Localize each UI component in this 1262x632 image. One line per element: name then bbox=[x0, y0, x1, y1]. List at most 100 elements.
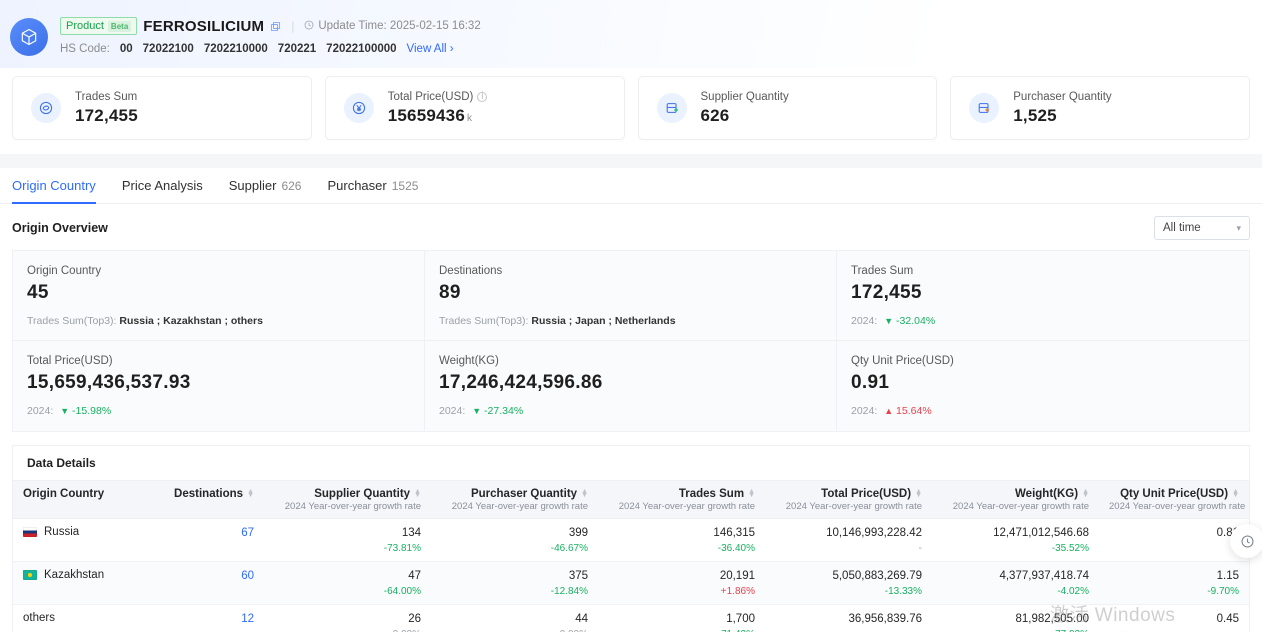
update-time-label: Update Time: 2025-02-15 16:32 bbox=[318, 20, 481, 32]
overview-sub: 2024: ▼ -32.04% bbox=[851, 315, 1249, 327]
kpi-card-supplier-quantity: Supplier Quantity 626 bbox=[637, 76, 938, 140]
table-head: Origin Country Destinations ▲ ▼ Supplier … bbox=[13, 481, 1249, 519]
overview-sub: Trades Sum(Top3): Russia ; Kazakhstan ; … bbox=[27, 315, 424, 327]
page-title: FERROSILICIUM bbox=[143, 17, 265, 35]
growth-rate: -64.00% bbox=[383, 586, 421, 597]
overview-value: 15,659,436,537.93 bbox=[27, 372, 191, 393]
cell-total-price: 10,146,993,228.42 - bbox=[765, 518, 932, 562]
kpi-value-text: 15659436 bbox=[387, 105, 465, 125]
cell-purchaser-quantity: 375 -12.84% bbox=[431, 561, 598, 605]
tab-supplier[interactable]: Supplier 626 bbox=[229, 168, 302, 203]
arrow-up-icon: ▲ bbox=[884, 406, 894, 416]
time-range-select[interactable]: All time ▾ bbox=[1154, 216, 1250, 240]
floating-action-button[interactable] bbox=[1230, 524, 1262, 558]
destinations-link[interactable]: 60 bbox=[186, 569, 254, 584]
header-divider: | bbox=[291, 19, 295, 33]
value: 44 bbox=[575, 613, 588, 625]
col-total-price[interactable]: Total Price(USD) ▲ ▼ 2024 Year-over-year … bbox=[765, 481, 932, 519]
tab-bar: Origin Country Price Analysis Supplier 6… bbox=[0, 168, 1262, 204]
sort-icon[interactable]: ▲ ▼ bbox=[247, 488, 254, 499]
sort-icon[interactable]: ▲ ▼ bbox=[1232, 488, 1239, 499]
overview-grid: Origin Country 45 Trades Sum(Top3): Russ… bbox=[12, 250, 1250, 432]
kpi-body: Total Price(USD) i 15659436 k bbox=[388, 91, 488, 126]
product-header: Product Beta FERROSILICIUM | Update Time… bbox=[0, 0, 1262, 68]
hs-code-3[interactable]: 720221 bbox=[278, 43, 316, 55]
kpi-value-text: 172,455 bbox=[75, 105, 138, 125]
value: 10,146,993,228.42 bbox=[826, 527, 922, 539]
growth-rate: - bbox=[918, 543, 922, 554]
overview-cell-origin-country: Origin Country 45 Trades Sum(Top3): Russ… bbox=[13, 251, 425, 341]
cell-qty-unit-price: 0.45 - bbox=[1099, 604, 1249, 632]
kpi-label: Purchaser Quantity bbox=[1013, 91, 1111, 103]
sort-icon[interactable]: ▲ ▼ bbox=[1082, 488, 1089, 499]
col-qty-unit-price[interactable]: Qty Unit Price(USD) ▲ ▼ 2024 Year-over-ye… bbox=[1099, 481, 1249, 519]
col-supplier-quantity[interactable]: Supplier Quantity ▲ ▼ 2024 Year-over-year… bbox=[264, 481, 431, 519]
cell-origin-country: Kazakhstan bbox=[13, 561, 176, 605]
table-row[interactable]: Russia 67 134 -73.81% 399 -46.67% 146,31… bbox=[13, 518, 1249, 562]
trades-icon bbox=[31, 93, 61, 123]
tab-count: 1525 bbox=[391, 178, 419, 193]
tab-price-analysis[interactable]: Price Analysis bbox=[122, 168, 203, 203]
col-subtitle: 2024 Year-over-year growth rate bbox=[451, 501, 588, 512]
col-trades-sum[interactable]: Trades Sum ▲ ▼ 2024 Year-over-year growth… bbox=[598, 481, 765, 519]
value: 0.45 bbox=[1216, 613, 1239, 625]
value: 36,956,839.76 bbox=[848, 613, 922, 625]
overview-delta-value: -15.98% bbox=[72, 405, 112, 417]
overview-delta: ▼ -27.34% bbox=[472, 405, 523, 417]
product-logo-icon bbox=[10, 18, 48, 56]
cell-origin-country: Russia bbox=[13, 518, 176, 562]
hs-code-1[interactable]: 72022100 bbox=[143, 43, 194, 55]
sort-icon[interactable]: ▲ ▼ bbox=[915, 488, 922, 499]
info-icon[interactable]: i bbox=[477, 91, 488, 102]
country-name: Russia bbox=[44, 526, 80, 538]
table-row[interactable]: others 12 26 0.00% 44 0.00% bbox=[13, 604, 1249, 632]
overview-sub-label: Trades Sum(Top3): bbox=[439, 315, 529, 327]
cell-qty-unit-price: 1.15 -9.70% bbox=[1099, 561, 1249, 605]
data-details-title: Data Details bbox=[13, 446, 1249, 481]
product-title-row: Product Beta FERROSILICIUM | Update Time… bbox=[60, 16, 481, 36]
growth-rate: -77.03% bbox=[942, 628, 1089, 632]
time-range-value: All time bbox=[1163, 222, 1201, 234]
sort-icon[interactable]: ▲ ▼ bbox=[414, 488, 421, 499]
value: 399 bbox=[568, 527, 588, 539]
kpi-value: 172,455 bbox=[75, 106, 138, 126]
cell-purchaser-quantity: 44 0.00% bbox=[431, 604, 598, 632]
tab-purchaser[interactable]: Purchaser 1525 bbox=[327, 168, 418, 203]
table-row[interactable]: Kazakhstan 60 47 -64.00% 375 -12.84% 20,… bbox=[13, 561, 1249, 605]
overview-sub-label: 2024: bbox=[851, 315, 878, 327]
country-name: Kazakhstan bbox=[44, 569, 105, 581]
tab-count: 626 bbox=[281, 178, 302, 193]
sort-icon[interactable]: ▲ ▼ bbox=[581, 488, 588, 499]
kpi-value: 15659436 k bbox=[388, 106, 488, 126]
growth-rate: -73.81% bbox=[383, 543, 421, 554]
destinations-link[interactable]: 67 bbox=[186, 526, 254, 541]
col-title: Origin Country bbox=[23, 488, 105, 500]
cell-destinations: 67 bbox=[176, 518, 264, 562]
tab-label: Origin Country bbox=[12, 178, 96, 193]
arrow-down-icon: ▼ bbox=[60, 406, 70, 416]
overview-value: 172,455 bbox=[851, 282, 922, 303]
value: 20,191 bbox=[719, 570, 755, 582]
cell-qty-unit-price: 0.81 - bbox=[1099, 518, 1249, 562]
hs-code-0[interactable]: 00 bbox=[120, 43, 133, 55]
supplier-icon bbox=[656, 93, 687, 123]
view-all-link[interactable]: View All › bbox=[407, 43, 454, 55]
copy-icon[interactable] bbox=[270, 21, 281, 32]
col-destinations[interactable]: Destinations ▲ ▼ bbox=[174, 481, 264, 519]
growth-rate: 0.00% bbox=[441, 628, 588, 632]
destinations-link[interactable]: 12 bbox=[186, 612, 254, 627]
value: 5,050,883,269.79 bbox=[832, 570, 922, 582]
kpi-card-row: Trades Sum 172,455 Total Price(USD) i 15… bbox=[0, 68, 1262, 140]
chevron-down-icon: ▾ bbox=[1236, 222, 1241, 233]
hs-code-2[interactable]: 7202210000 bbox=[204, 43, 268, 55]
sort-icon[interactable]: ▲ ▼ bbox=[748, 488, 755, 499]
cell-supplier-quantity: 26 0.00% bbox=[264, 604, 431, 632]
tab-origin-country[interactable]: Origin Country bbox=[12, 168, 96, 204]
kpi-body: Supplier Quantity 626 bbox=[701, 91, 789, 126]
value: 375 bbox=[568, 570, 588, 582]
col-purchaser-quantity[interactable]: Purchaser Quantity ▲ ▼ 2024 Year-over-yea… bbox=[431, 481, 598, 519]
cell-supplier-quantity: 134 -73.81% bbox=[264, 518, 431, 562]
col-weight[interactable]: Weight(KG) ▲ ▼ 2024 Year-over-year growth… bbox=[932, 481, 1099, 519]
overview-value: 89 bbox=[439, 282, 461, 303]
hs-code-4[interactable]: 72022100000 bbox=[326, 43, 396, 55]
